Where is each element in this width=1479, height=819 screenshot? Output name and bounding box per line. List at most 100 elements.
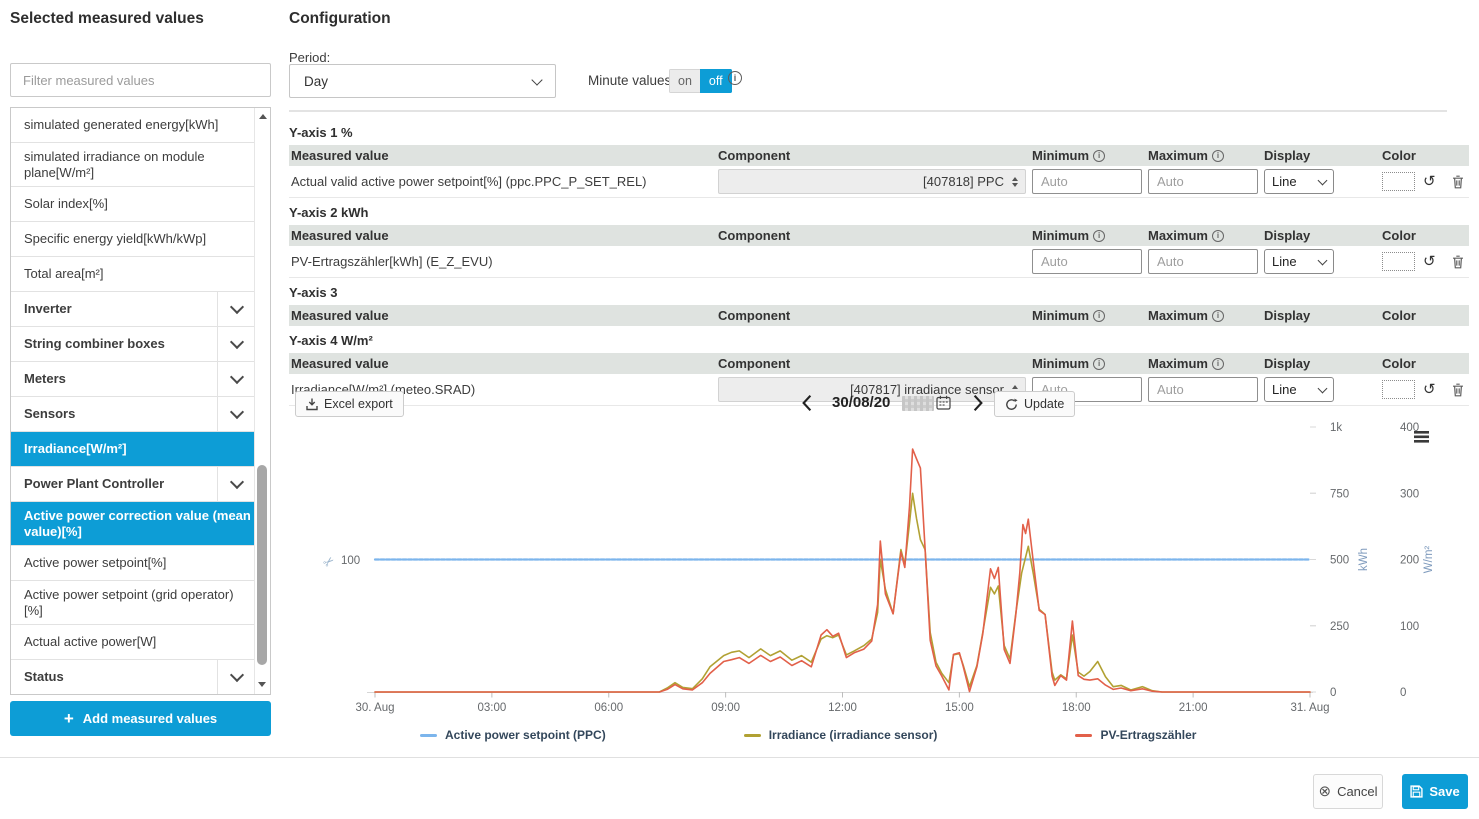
previous-day-icon[interactable] bbox=[800, 394, 814, 412]
measured-value-item[interactable]: Total area[m²] bbox=[11, 257, 255, 292]
toggle-off-option[interactable]: off bbox=[700, 69, 732, 93]
add-measured-values-button[interactable]: + Add measured values bbox=[10, 701, 271, 736]
chart: 30. Aug03:0006:0009:0012:0015:0018:0021:… bbox=[289, 418, 1469, 728]
measured-value-item[interactable]: Irradiance[W/m²] bbox=[11, 432, 255, 467]
legend-item[interactable]: PV-Ertragszähler bbox=[1075, 728, 1196, 742]
chevron-down-icon bbox=[229, 405, 243, 419]
info-icon[interactable]: i bbox=[1212, 230, 1224, 242]
info-icon[interactable]: i bbox=[1212, 358, 1224, 370]
toggle-on-option[interactable]: on bbox=[669, 69, 700, 93]
header-minimum-label: Minimum bbox=[1032, 148, 1089, 163]
color-swatch[interactable] bbox=[1382, 380, 1415, 399]
maximum-input[interactable] bbox=[1148, 169, 1258, 194]
info-icon[interactable]: i bbox=[1093, 310, 1105, 322]
measured-value-item[interactable]: simulated generated energy[kWh] bbox=[11, 108, 255, 143]
measured-value-item[interactable]: Specific energy yield[kWh/kWp] bbox=[11, 222, 255, 257]
info-icon[interactable]: i bbox=[1093, 358, 1105, 370]
info-icon[interactable]: i bbox=[1093, 150, 1105, 162]
color-swatch[interactable] bbox=[1382, 252, 1415, 271]
category-item[interactable]: Status bbox=[11, 660, 255, 695]
category-item[interactable]: Sensors bbox=[11, 397, 255, 432]
measured-value-item[interactable]: Active power setpoint (grid operator)[%] bbox=[11, 581, 255, 625]
chevron-down-icon bbox=[1318, 175, 1328, 185]
selected-date[interactable]: 30/08/20 bbox=[832, 394, 890, 411]
scroll-up-icon[interactable] bbox=[259, 114, 267, 119]
category-item[interactable]: Meters bbox=[11, 362, 255, 397]
measured-value-row: Actual valid active power setpoint[%] (p… bbox=[289, 166, 1469, 198]
category-expand-cell[interactable] bbox=[217, 362, 255, 396]
measured-value-item[interactable]: Solar index[%] bbox=[11, 187, 255, 222]
component-cell: [407818] PPC bbox=[718, 169, 1032, 194]
maximum-input[interactable] bbox=[1148, 249, 1258, 274]
minute-values-toggle[interactable]: on off bbox=[669, 69, 732, 93]
refresh-icon bbox=[1005, 398, 1018, 411]
update-button[interactable]: Update bbox=[994, 391, 1075, 417]
measured-value-item[interactable]: Actual active power[W] bbox=[11, 625, 255, 660]
category-item[interactable]: String combiner boxes bbox=[11, 327, 255, 362]
series-line-2 bbox=[375, 449, 1310, 692]
y-axis-tick-label: 750 bbox=[1330, 488, 1349, 500]
minimum-input[interactable] bbox=[1032, 249, 1142, 274]
info-icon[interactable]: i bbox=[1212, 150, 1224, 162]
filter-measured-values-input[interactable] bbox=[10, 63, 271, 97]
category-item[interactable]: Inverter bbox=[11, 292, 255, 327]
reset-color-icon[interactable]: ↺ bbox=[1423, 254, 1436, 269]
download-icon bbox=[306, 398, 318, 411]
color-swatch[interactable] bbox=[1382, 172, 1415, 191]
info-icon[interactable]: i bbox=[728, 71, 742, 85]
y-axis-tick-label: 200 bbox=[1400, 555, 1419, 567]
reset-color-icon[interactable]: ↺ bbox=[1423, 382, 1436, 397]
legend-label: Irradiance (irradiance sensor) bbox=[769, 728, 938, 742]
trash-icon[interactable] bbox=[1452, 383, 1464, 397]
category-expand-cell[interactable] bbox=[217, 467, 255, 501]
measured-value-item[interactable]: Active power setpoint[%] bbox=[11, 546, 255, 581]
period-select[interactable]: Day bbox=[289, 64, 556, 98]
chevron-down-icon bbox=[531, 74, 542, 85]
maximum-cell bbox=[1148, 169, 1264, 194]
component-select[interactable]: [407818] PPC bbox=[718, 169, 1026, 194]
display-select[interactable]: Line bbox=[1264, 249, 1334, 274]
legend-marker bbox=[420, 734, 437, 737]
list-item-label: Solar index[%] bbox=[11, 187, 255, 221]
maximum-input[interactable] bbox=[1148, 377, 1258, 402]
legend-item[interactable]: Irradiance (irradiance sensor) bbox=[744, 728, 938, 742]
category-item[interactable]: Power Plant Controller bbox=[11, 467, 255, 502]
category-expand-cell[interactable] bbox=[217, 397, 255, 431]
calendar-icon[interactable] bbox=[936, 395, 951, 410]
y-axis-section-title: Y-axis 4 W/m² bbox=[289, 333, 1469, 348]
category-expand-cell[interactable] bbox=[217, 292, 255, 326]
scrollbar-thumb[interactable] bbox=[257, 465, 267, 664]
trash-icon[interactable] bbox=[1452, 255, 1464, 269]
axis-cut-scissors-icon[interactable]: ✂ bbox=[320, 553, 338, 572]
info-icon[interactable]: i bbox=[1212, 310, 1224, 322]
cancel-button[interactable]: ⊗ Cancel bbox=[1313, 774, 1383, 809]
category-expand-cell[interactable] bbox=[217, 660, 255, 694]
info-icon[interactable]: i bbox=[1093, 230, 1105, 242]
scroll-down-icon[interactable] bbox=[258, 682, 266, 687]
display-cell: Line bbox=[1264, 249, 1374, 274]
chart-context-menu-icon[interactable] bbox=[1414, 431, 1429, 443]
display-select[interactable]: Line bbox=[1264, 377, 1334, 402]
save-button[interactable]: Save bbox=[1402, 774, 1468, 809]
maximum-cell bbox=[1148, 249, 1264, 274]
category-expand-cell[interactable] bbox=[217, 327, 255, 361]
trash-icon[interactable] bbox=[1452, 175, 1464, 189]
display-select[interactable]: Line bbox=[1264, 169, 1334, 194]
excel-export-button[interactable]: Excel export bbox=[295, 391, 404, 417]
minimum-input[interactable] bbox=[1032, 169, 1142, 194]
list-scrollbar[interactable] bbox=[254, 108, 270, 694]
y-axis-tick-label: 1k bbox=[1330, 422, 1342, 434]
measured-value-item[interactable]: simulated irradiance on module plane[W/m… bbox=[11, 143, 255, 187]
x-axis-tick-label: 18:00 bbox=[1062, 702, 1091, 714]
reset-color-icon[interactable]: ↺ bbox=[1423, 174, 1436, 189]
y-axis-section-title: Y-axis 3 bbox=[289, 285, 1469, 300]
legend-item[interactable]: Active power setpoint (PPC) bbox=[420, 728, 606, 742]
measured-value-row: PV-Ertragszähler[kWh] (E_Z_EVU)Line↺ bbox=[289, 246, 1469, 278]
list-item-label: Active power setpoint[%] bbox=[11, 546, 255, 580]
measured-values-configuration-page: Selected measured values simulated gener… bbox=[0, 0, 1479, 819]
divider bbox=[289, 110, 1447, 112]
next-day-icon[interactable] bbox=[971, 394, 985, 412]
measured-value-item[interactable]: Active power correction value (mean valu… bbox=[11, 502, 255, 546]
list-item-label: Irradiance[W/m²] bbox=[11, 432, 255, 466]
y-axis-tick-label: 300 bbox=[1400, 488, 1419, 500]
